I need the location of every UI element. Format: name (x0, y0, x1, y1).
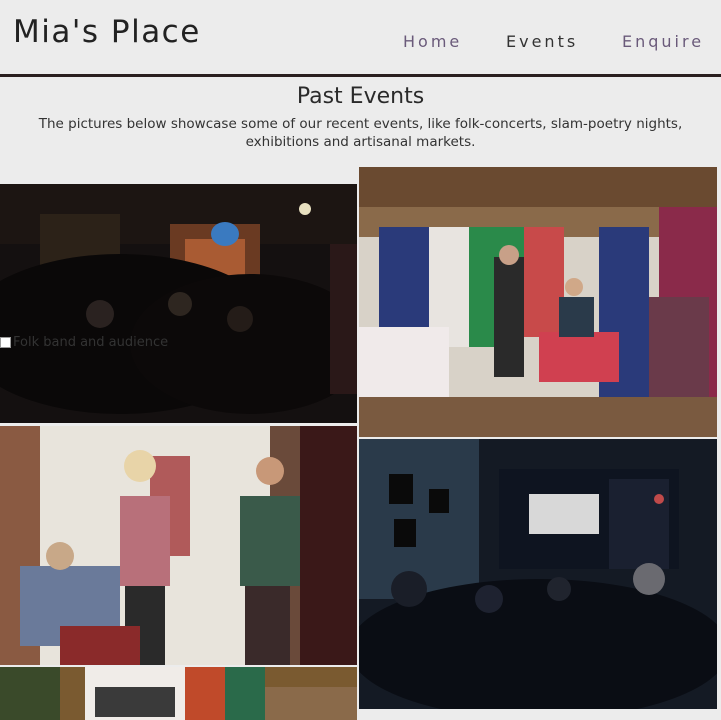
photo-alt-text: Folk band and audience (0, 335, 168, 350)
photo-folk-band (0, 184, 357, 423)
photo-bar-interior (0, 667, 357, 720)
page-title: Past Events (296, 84, 425, 109)
photo-gallery: Folk band and audience (0, 167, 721, 720)
photo-alt-label: Folk band and audience (13, 335, 169, 350)
photo-slam-poetry (0, 426, 357, 665)
photo-film-screening (359, 439, 717, 709)
site-header: Mia's Place Home Events Enquire (0, 0, 721, 77)
nav-home[interactable]: Home (403, 32, 462, 51)
site-logo[interactable]: Mia's Place (13, 14, 201, 50)
nav-enquire[interactable]: Enquire (622, 32, 704, 51)
photo-artisanal-market (359, 167, 717, 437)
broken-image-icon (0, 337, 11, 348)
nav-events[interactable]: Events (506, 32, 578, 51)
page-description: The pictures below showcase some of our … (38, 116, 683, 150)
